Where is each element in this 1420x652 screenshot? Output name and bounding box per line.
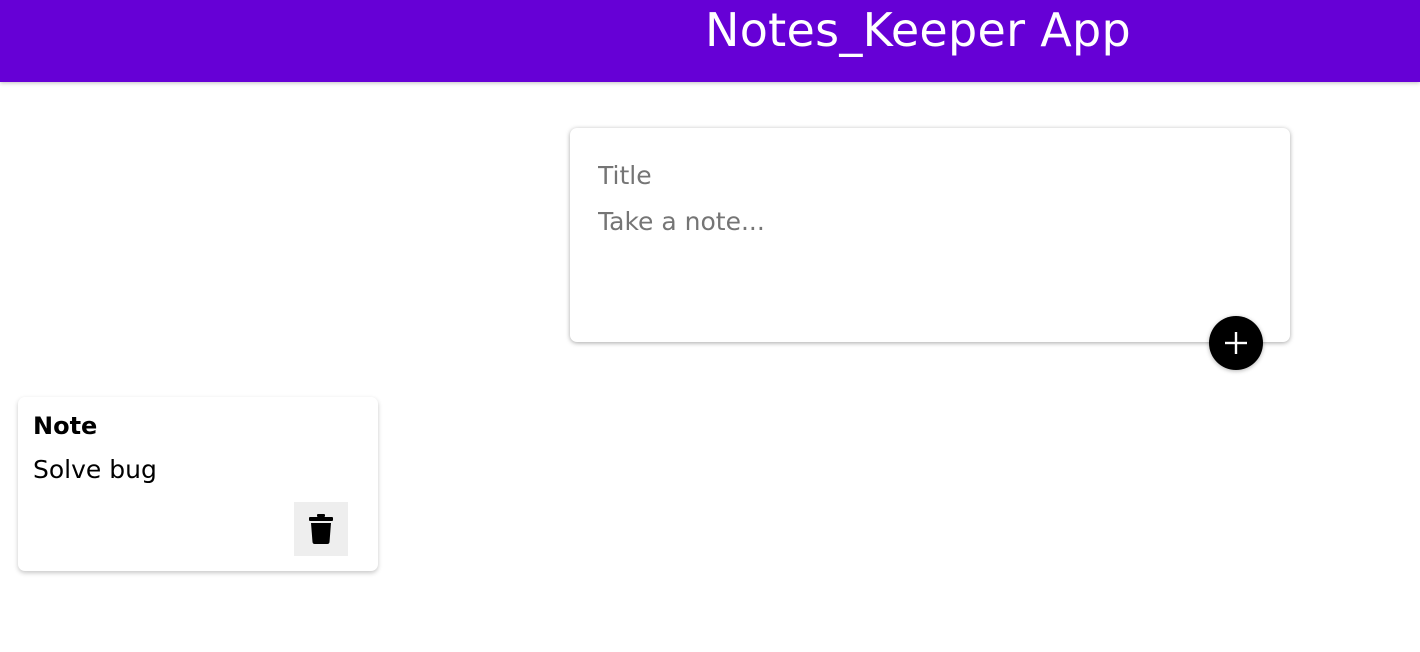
notes-keeper-app: Notes_Keeper App Note Solve bug	[0, 0, 1420, 652]
create-note-form	[570, 128, 1290, 342]
app-header: Notes_Keeper App	[0, 0, 1420, 82]
delete-note-button[interactable]	[294, 502, 348, 556]
add-note-button[interactable]	[1209, 316, 1263, 370]
note-content: Solve bug	[33, 455, 157, 484]
note-content-input[interactable]	[598, 206, 1258, 286]
note-card: Note Solve bug	[18, 397, 378, 571]
note-title-input[interactable]	[598, 158, 1258, 192]
note-title: Note	[33, 412, 98, 440]
plus-icon	[1225, 332, 1247, 354]
trash-icon	[309, 514, 333, 544]
app-title: Notes_Keeper App	[705, 3, 1132, 57]
